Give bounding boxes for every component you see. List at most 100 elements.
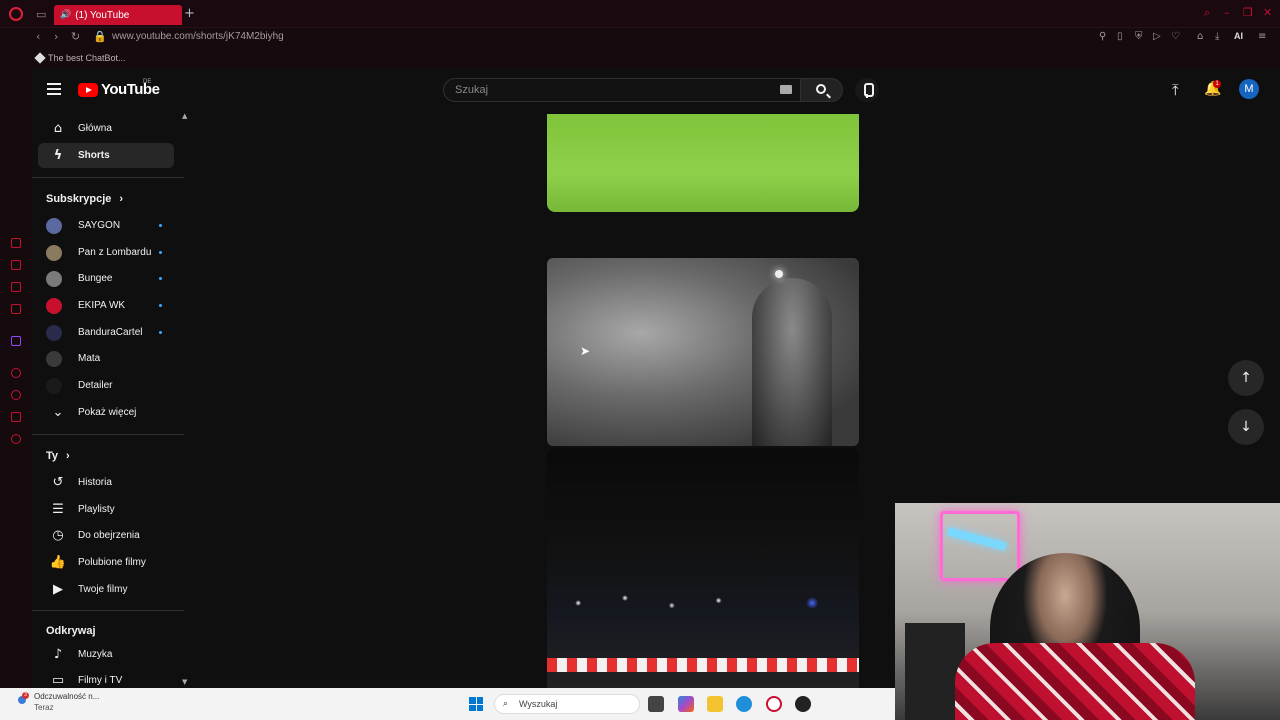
- channel-name: Bungee: [78, 273, 113, 284]
- search-icon: ⌕: [503, 699, 509, 709]
- guide-menu-icon[interactable]: [47, 83, 61, 95]
- sidebar-item-label: Filmy i TV: [78, 675, 123, 686]
- previous-short-button[interactable]: ↑: [1228, 360, 1264, 396]
- weather-time: Teraz: [34, 703, 54, 712]
- address-bar: ‹ › ↻ 🔒 www.youtube.com/shorts/jK74M2biy…: [0, 28, 1280, 48]
- close-window-button[interactable]: ✕: [1263, 6, 1272, 19]
- video-frame-lights: [547, 578, 859, 628]
- channel-avatar: [46, 297, 62, 314]
- heart-icon[interactable]: ♡: [1171, 31, 1180, 42]
- new-tab-button[interactable]: +: [184, 6, 195, 21]
- sidebar-item-movies[interactable]: ▭ Filmy i TV: [38, 668, 174, 688]
- sidebar-store-icon[interactable]: [11, 260, 21, 270]
- subscriptions-heading[interactable]: Subskrypcje ›: [46, 193, 123, 205]
- notification-badge: 1: [1213, 80, 1221, 88]
- next-short-button[interactable]: ↓: [1228, 409, 1264, 445]
- weather-widget[interactable]: Odczuwalność n... Teraz: [34, 692, 99, 712]
- edge-icon[interactable]: [736, 696, 752, 712]
- chatgpt-icon: [34, 52, 46, 64]
- sidebar-extensions-icon[interactable]: [11, 412, 21, 422]
- sidebar-item-label: Twoje filmy: [78, 584, 128, 595]
- forward-button[interactable]: ›: [54, 30, 58, 43]
- sidebar-messenger-icon[interactable]: [11, 304, 21, 314]
- sidebar-history-icon[interactable]: [11, 390, 21, 400]
- taskbar-search-placeholder: Wyszukaj: [519, 699, 558, 709]
- sidebar-item-subscription[interactable]: Bungee: [38, 266, 174, 291]
- sidebar-item-label: Playlisty: [78, 504, 115, 515]
- play-icon[interactable]: ▷: [1153, 31, 1161, 42]
- copilot-icon[interactable]: [678, 696, 694, 712]
- sidebar-item-subscription[interactable]: EKIPA WK: [38, 293, 174, 318]
- reload-button[interactable]: ↻: [71, 30, 80, 43]
- menu-icon[interactable]: ≡: [1258, 31, 1266, 42]
- sidebar-item-your-videos[interactable]: ▶ Twoje filmy: [38, 577, 174, 602]
- sidebar-item-subscription[interactable]: Pan z Lombardu: [38, 240, 174, 265]
- sidebar-item-shorts[interactable]: ϟ Shorts: [38, 143, 174, 168]
- search-input[interactable]: Szukaj: [443, 78, 801, 102]
- sidebar-settings-icon[interactable]: [11, 434, 21, 444]
- short-video-current[interactable]: [547, 258, 859, 446]
- app-icon[interactable]: [795, 696, 811, 712]
- upload-icon[interactable]: ⤒: [1172, 81, 1179, 99]
- sidebar-item-watch-later[interactable]: ◷ Do obejrzenia: [38, 523, 174, 548]
- sidebar-twitch-icon[interactable]: [11, 336, 21, 346]
- sidebar-item-subscription[interactable]: Detailer: [38, 373, 174, 398]
- you-heading[interactable]: Ty ›: [46, 450, 70, 462]
- subscriptions-title: Subskrypcje: [46, 193, 112, 205]
- sidebar-scroll-down-icon[interactable]: ▼: [182, 678, 187, 686]
- music-icon: ♪: [53, 647, 63, 662]
- like-icon: 👍: [49, 555, 67, 570]
- avatar[interactable]: M: [1239, 79, 1259, 99]
- search-tabs-icon[interactable]: ⌕: [1204, 6, 1210, 20]
- sidebar-item-subscription[interactable]: SAYGON: [38, 213, 174, 238]
- tab-title: (1) YouTube: [75, 9, 130, 21]
- pin-icon[interactable]: ⚲: [1099, 31, 1106, 42]
- sidebar-item-home[interactable]: ⌂ Główna: [38, 116, 174, 141]
- channel-name: Pan z Lombardu: [78, 247, 152, 258]
- bookmark-chatbot[interactable]: The best ChatBot...: [34, 52, 126, 64]
- sidebar-item-history[interactable]: ↺ Historia: [38, 470, 174, 495]
- sidebar-discord-icon[interactable]: [11, 282, 21, 292]
- wallet-icon[interactable]: ⌂: [1197, 31, 1203, 42]
- sidebar-scroll-up-icon[interactable]: ▲: [182, 112, 187, 120]
- short-video-previous[interactable]: [547, 114, 859, 212]
- show-more-button[interactable]: ⌄ Pokaż więcej: [38, 400, 174, 425]
- youtube-play-icon: [78, 82, 98, 97]
- browser-titlebar: ▭ 🔊 (1) YouTube + ⌕ – ❐ ✕: [0, 0, 1280, 28]
- bookmarks-bar: The best ChatBot...: [0, 48, 1280, 68]
- opera-gx-logo-icon[interactable]: [9, 7, 23, 21]
- history-icon: ↺: [52, 475, 64, 490]
- taskbar-search-input[interactable]: ⌕ Wyszukaj: [494, 694, 640, 714]
- task-view-icon[interactable]: [648, 696, 664, 712]
- file-explorer-icon[interactable]: [707, 696, 723, 712]
- channel-avatar: [46, 377, 62, 394]
- sidebar-divider: [32, 610, 184, 611]
- ai-button[interactable]: AI: [1234, 31, 1243, 41]
- short-video-next[interactable]: [547, 448, 859, 688]
- shield-icon[interactable]: ⛨: [1135, 31, 1143, 42]
- search-placeholder: Szukaj: [455, 84, 489, 96]
- sidebar-item-liked[interactable]: 👍 Polubione filmy: [38, 550, 174, 575]
- bookmark-icon[interactable]: ▯: [1117, 31, 1123, 42]
- back-button[interactable]: ‹: [36, 30, 40, 43]
- sidebar-gx-corner-icon[interactable]: [11, 238, 21, 248]
- maximize-button[interactable]: ❐: [1243, 6, 1253, 19]
- minimize-button[interactable]: –: [1224, 6, 1230, 19]
- opera-gx-icon[interactable]: [766, 696, 782, 712]
- sidebar-item-subscription[interactable]: Mata: [38, 346, 174, 371]
- sidebar-item-subscription[interactable]: BanduraCartel: [38, 320, 174, 345]
- download-icon[interactable]: ⤓: [1215, 31, 1219, 42]
- search-button[interactable]: [801, 78, 843, 102]
- tab-manager-icon[interactable]: ▭: [36, 8, 46, 21]
- browser-tab-youtube[interactable]: 🔊 (1) YouTube: [54, 5, 182, 25]
- sidebar-item-music[interactable]: ♪ Muzyka: [38, 642, 174, 667]
- windows-start-icon[interactable]: [469, 697, 483, 711]
- speaker-icon[interactable]: 🔊: [60, 10, 71, 20]
- video-frame-person: [752, 278, 832, 446]
- sidebar-item-playlists[interactable]: ☰ Playlisty: [38, 497, 174, 522]
- url-field[interactable]: www.youtube.com/shorts/jK74M2biyhg: [112, 31, 284, 42]
- voice-search-icon[interactable]: [855, 78, 879, 102]
- you-title: Ty: [46, 450, 59, 462]
- sidebar-player-icon[interactable]: [11, 368, 21, 378]
- keyboard-icon[interactable]: [780, 85, 792, 94]
